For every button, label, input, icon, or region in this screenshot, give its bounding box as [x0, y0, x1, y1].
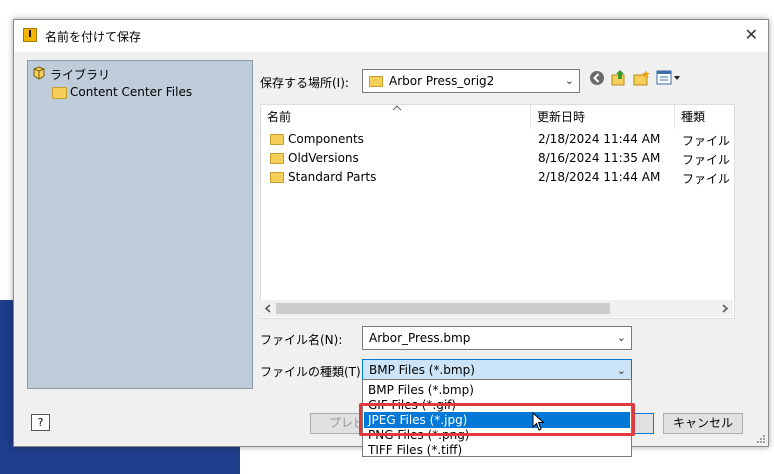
cancel-button[interactable]: キャンセル [663, 413, 743, 434]
file-list[interactable]: 名前 更新日時 種類 Components 2/18/2024 11:44 AM… [260, 104, 735, 319]
library-icon [33, 66, 45, 80]
save-button-edge[interactable] [634, 413, 654, 434]
new-folder-icon[interactable] [633, 69, 650, 86]
resize-grip-icon[interactable] [755, 433, 765, 443]
file-modified: 2/18/2024 11:44 AM [538, 170, 661, 184]
scrollbar-thumb[interactable] [276, 303, 610, 314]
filename-input[interactable]: Arbor_Press.bmp ⌄ [362, 326, 632, 350]
help-icon: ? [37, 416, 44, 429]
column-header-modified[interactable]: 更新日時 [531, 105, 675, 129]
list-item[interactable]: Components 2/18/2024 11:44 AM ファイル フォ [261, 130, 734, 149]
folder-icon [369, 76, 383, 87]
dialog-title: 名前を付けて保存 [45, 30, 142, 44]
library-content-center[interactable]: Content Center Files [70, 85, 192, 99]
app-icon: I [23, 28, 37, 42]
help-button[interactable]: ? [31, 414, 50, 431]
library-panel[interactable]: ライブラリ Content Center Files [27, 60, 253, 389]
column-header-type[interactable]: 種類 [675, 105, 734, 129]
file-name: OldVersions [288, 151, 359, 165]
location-combo[interactable]: Arbor Press_orig2 ⌄ [362, 69, 580, 93]
file-name: Standard Parts [288, 170, 377, 184]
horizontal-scrollbar[interactable] [260, 300, 733, 317]
file-name: Components [288, 132, 364, 146]
file-modified: 2/18/2024 11:44 AM [538, 132, 661, 146]
column-header-name[interactable]: 名前 [261, 105, 531, 129]
list-item[interactable]: OldVersions 8/16/2024 11:35 AM ファイル フォ [261, 149, 734, 168]
location-value: Arbor Press_orig2 [389, 74, 495, 88]
file-modified: 8/16/2024 11:35 AM [538, 151, 661, 165]
close-icon[interactable]: ✕ [745, 25, 758, 44]
library-root[interactable]: ライブラリ [50, 66, 110, 83]
up-folder-icon[interactable] [611, 69, 627, 86]
view-menu-icon[interactable] [656, 70, 682, 86]
file-type: ファイル フォ [682, 172, 734, 186]
filetype-select[interactable]: BMP Files (*.bmp) ⌄ [362, 359, 632, 381]
list-item[interactable]: Standard Parts 2/18/2024 11:44 AM ファイル フ… [261, 168, 734, 187]
folder-icon [270, 172, 284, 183]
folder-icon [270, 134, 284, 145]
file-type: ファイル フォ [682, 153, 734, 167]
back-icon[interactable] [589, 70, 605, 86]
filetype-label: ファイルの種類(T): [260, 365, 365, 379]
location-label: 保存する場所(I): [260, 76, 349, 90]
title-bar: I 名前を付けて保存 ✕ [14, 20, 768, 52]
mouse-cursor-icon [532, 412, 545, 431]
filename-value: Arbor_Press.bmp [369, 331, 471, 345]
folder-icon [270, 153, 284, 164]
file-type: ファイル フォ [682, 134, 734, 148]
dropdown-option-tiff[interactable]: TIFF Files (*.tiff) [364, 442, 630, 458]
dropdown-option-bmp[interactable]: BMP Files (*.bmp) [364, 382, 630, 398]
chevron-down-icon: ⌄ [564, 74, 574, 87]
annotation-highlight-box [359, 403, 635, 436]
folder-icon [52, 87, 67, 99]
filetype-value: BMP Files (*.bmp) [369, 363, 475, 377]
scroll-right-icon[interactable] [721, 304, 729, 313]
filename-label: ファイル名(N): [260, 333, 343, 347]
chevron-down-icon: ⌄ [616, 331, 626, 344]
chevron-down-icon: ⌄ [616, 364, 626, 377]
scroll-left-icon[interactable] [264, 304, 272, 313]
